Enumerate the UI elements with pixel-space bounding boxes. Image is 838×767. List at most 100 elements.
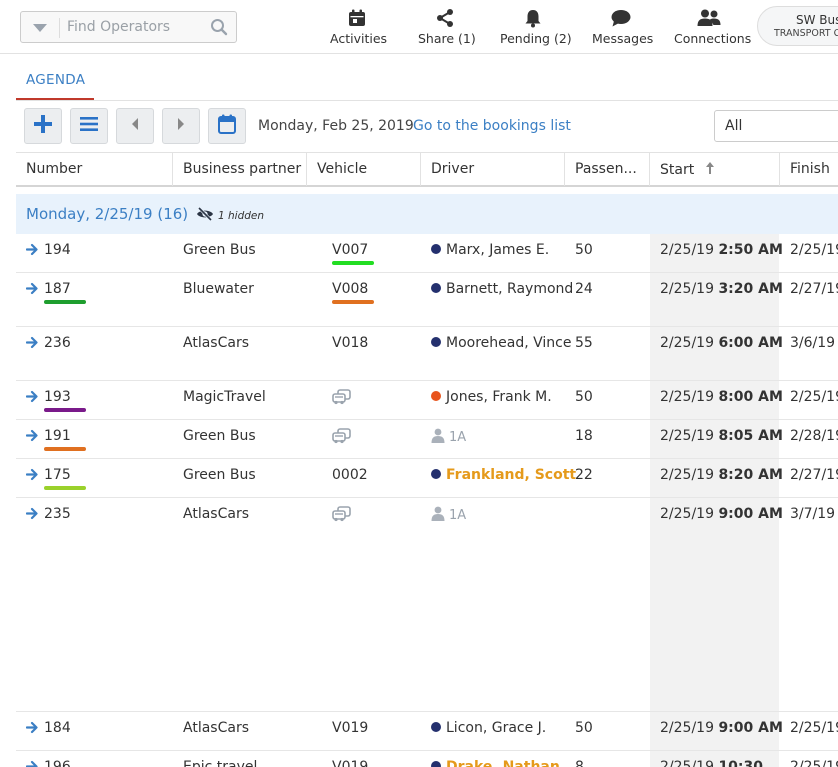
driver-name[interactable]: Frankland, Scott (446, 467, 576, 483)
driver-status-dot (431, 283, 441, 293)
driver-status-dot (431, 244, 441, 254)
driver-cell[interactable]: Frankland, Scott (431, 467, 576, 483)
vehicle-code[interactable]: V007 (332, 242, 368, 258)
divider (16, 100, 838, 101)
open-booking-arrow-icon[interactable] (25, 243, 39, 260)
day-group-header[interactable]: Monday, 2/25/19 (16) 1 hidden (16, 194, 838, 234)
sort-ascending-icon[interactable] (705, 161, 715, 179)
column-start[interactable]: Start (650, 153, 780, 186)
column-driver[interactable]: Driver (421, 153, 565, 186)
vehicle-code[interactable]: V019 (332, 759, 368, 767)
vehicle-code[interactable]: 0002 (332, 467, 368, 483)
driver-cell[interactable]: Moorehead, Vince (431, 335, 571, 351)
driver-name[interactable]: Licon, Grace J. (446, 720, 546, 736)
table-row[interactable]: 194 Green Bus V007 Marx, James E. 50 2/25/19 … (16, 234, 838, 273)
booking-number[interactable]: 194 (44, 242, 71, 258)
unassigned-driver[interactable]: 1A (431, 428, 466, 445)
driver-name[interactable]: Barnett, Raymond (446, 281, 573, 297)
list-view-button[interactable] (70, 108, 108, 144)
driver-name[interactable]: Marx, James E. (446, 242, 549, 258)
booking-number[interactable]: 193 (44, 389, 71, 405)
booking-number[interactable]: 235 (44, 506, 71, 522)
nav-activities[interactable]: Activities (330, 8, 388, 46)
start-time: 8:20 AM (718, 467, 783, 483)
bus-icon[interactable] (332, 389, 352, 409)
table-row[interactable]: 175 Green Bus 0002 Frankland, Scott 22 2/25/1… (16, 459, 838, 498)
column-business-partner[interactable]: Business partner (173, 153, 307, 186)
chat-icon (592, 8, 650, 28)
seat-label: 1A (449, 430, 467, 445)
previous-day-button[interactable] (116, 108, 154, 144)
open-booking-arrow-icon[interactable] (25, 390, 39, 407)
vehicle-code[interactable]: V008 (332, 281, 368, 297)
driver-cell[interactable]: Barnett, Raymond (431, 281, 573, 297)
table-row[interactable]: 236 AtlasCars V018 Moorehead, Vince 55 2/25/1… (16, 327, 838, 381)
booking-number[interactable]: 236 (44, 335, 71, 351)
eye-slash-icon (196, 206, 214, 224)
nav-share[interactable]: Share (1) (418, 8, 476, 46)
column-passengers[interactable]: Passen... (565, 153, 650, 186)
booking-number[interactable]: 187 (44, 281, 71, 297)
driver-name[interactable]: Drake, Nathan (446, 759, 560, 767)
table-row[interactable]: 191 Green Bus 1A 18 2/25/19 8:05 AM 2/28/19 (16, 420, 838, 459)
booking-number[interactable]: 175 (44, 467, 71, 483)
column-start-label: Start (660, 162, 695, 178)
driver-cell[interactable]: Licon, Grace J. (431, 720, 546, 736)
booking-number[interactable]: 196 (44, 759, 71, 767)
open-booking-arrow-icon[interactable] (25, 507, 39, 524)
nav-pending[interactable]: Pending (2) (500, 8, 572, 46)
operator-search[interactable] (20, 11, 237, 43)
driver-name[interactable]: Moorehead, Vince (446, 335, 571, 351)
driver-cell[interactable]: Marx, James E. (431, 242, 549, 258)
booking-number[interactable]: 191 (44, 428, 71, 444)
vehicle-code[interactable]: V018 (332, 335, 368, 351)
open-booking-arrow-icon[interactable] (25, 429, 39, 446)
chevron-down-icon[interactable] (33, 24, 47, 32)
nav-label: Activities (330, 31, 388, 46)
nav-connections[interactable]: Connections (674, 8, 751, 46)
unassigned-driver[interactable]: 1A (431, 506, 466, 523)
vehicle-code[interactable]: V019 (332, 720, 368, 736)
driver-status-dot (431, 761, 441, 767)
company-switcher[interactable]: SW Bus TRANSPORT C (757, 6, 838, 46)
search-icon[interactable] (210, 18, 228, 40)
finish-date: 3/6/19 (790, 335, 836, 351)
bus-icon[interactable] (332, 428, 352, 448)
table-row[interactable]: 184 AtlasCars V019 Licon, Grace J. 50 2/25/19… (16, 712, 838, 751)
add-button[interactable] (24, 108, 62, 144)
passenger-count: 18 (575, 428, 593, 444)
nav-messages[interactable]: Messages (592, 8, 653, 46)
table-row[interactable]: 235 AtlasCars 1A 2/25/19 9:00 AM 3/7/19 (16, 498, 838, 712)
tab-agenda[interactable]: AGENDA (16, 66, 94, 100)
booking-number[interactable]: 184 (44, 720, 71, 736)
open-booking-arrow-icon[interactable] (25, 721, 39, 738)
start-date: 2/25/19 (660, 428, 714, 444)
column-finish[interactable]: Finish (780, 153, 838, 186)
bus-icon[interactable] (332, 506, 352, 526)
divider (59, 18, 60, 38)
column-number[interactable]: Number (16, 153, 173, 186)
table-row[interactable]: 193 MagicTravel Jones, Frank M. 50 2/25/19 8… (16, 381, 838, 420)
finish-date: 2/25/19 (790, 720, 838, 736)
driver-cell[interactable]: Drake, Nathan (431, 759, 560, 767)
date-picker-button[interactable] (208, 108, 246, 144)
start-date: 2/25/19 (660, 281, 714, 297)
start-datetime: 2/25/19 8:05 AM (660, 428, 783, 444)
hidden-count-label: 1 hidden (218, 209, 265, 222)
users-icon (674, 8, 744, 28)
filter-select[interactable]: All (714, 110, 838, 142)
hidden-count[interactable]: 1 hidden (196, 206, 265, 224)
chevron-left-icon (129, 117, 141, 135)
open-booking-arrow-icon[interactable] (25, 282, 39, 299)
driver-name[interactable]: Jones, Frank M. (446, 389, 552, 405)
search-input[interactable] (67, 16, 207, 38)
bookings-list-link[interactable]: Go to the bookings list (413, 118, 571, 134)
open-booking-arrow-icon[interactable] (25, 336, 39, 353)
open-booking-arrow-icon[interactable] (25, 468, 39, 485)
column-vehicle[interactable]: Vehicle (307, 153, 421, 186)
driver-cell[interactable]: Jones, Frank M. (431, 389, 552, 405)
open-booking-arrow-icon[interactable] (25, 760, 39, 767)
table-row[interactable]: 196 Epic travel V019 Drake, Nathan 8 2/25/19 … (16, 751, 838, 767)
table-row[interactable]: 187 Bluewater V008 Barnett, Raymond 24 2/25/1… (16, 273, 838, 327)
next-day-button[interactable] (162, 108, 200, 144)
